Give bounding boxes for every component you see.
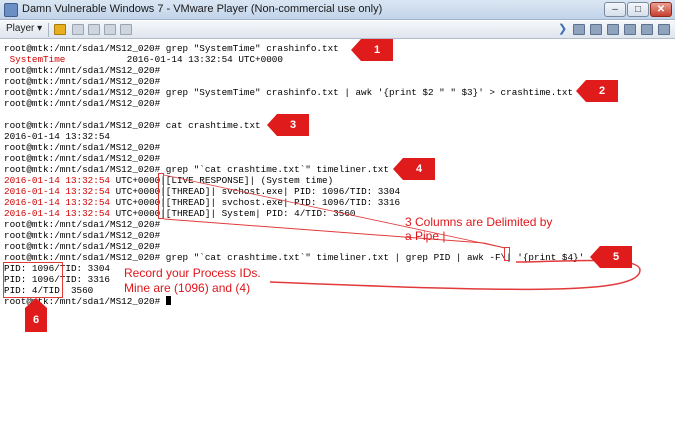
step-2-badge: 2: [576, 80, 618, 102]
terminal-line: root@mtk:/mnt/sda1/MS12_020#: [4, 65, 161, 76]
step-6-badge: 6: [25, 298, 47, 332]
step-4-badge: 4: [393, 158, 435, 180]
terminal-line: root@mtk:/mnt/sda1/MS12_020#: [4, 76, 161, 87]
timeliner-rest: UTC+0000|[THREAD]| svchost.exe| PID: 109…: [110, 197, 401, 208]
columns-delimited-note-line1: 3 Columns are Delimited by: [405, 215, 553, 229]
terminal-line: root@mtk:/mnt/sda1/MS12_020#: [4, 153, 161, 164]
step-5-badge: 5: [590, 246, 632, 268]
removable-device-icon-1[interactable]: [573, 24, 585, 35]
vmware-app-icon: [4, 3, 18, 17]
timeliner-row: 2016-01-14 13:32:54 UTC+0000|[THREAD]| s…: [4, 197, 400, 208]
timeliner-rest: UTC+0000|[THREAD]| svchost.exe| PID: 109…: [110, 186, 401, 197]
window-titlebar: Damn Vulnerable Windows 7 - VMware Playe…: [0, 0, 675, 20]
usb-device-icon[interactable]: [624, 24, 636, 35]
send-ctrl-alt-del-icon[interactable]: [88, 24, 100, 35]
step-1-badge: 1: [351, 39, 393, 61]
step-3-badge: 3: [267, 114, 309, 136]
terminal-line: root@mtk:/mnt/sda1/MS12_020# grep "Syste…: [4, 87, 574, 98]
terminal-line: root@mtk:/mnt/sda1/MS12_020#: [4, 241, 161, 252]
terminal-line: root@mtk:/mnt/sda1/MS12_020#: [4, 142, 161, 153]
record-pids-note-line1: Record your Process IDs.: [124, 266, 261, 280]
minimize-button[interactable]: –: [604, 2, 626, 17]
terminal-screen[interactable]: root@mtk:/mnt/sda1/MS12_020# grep "Syste…: [0, 40, 675, 446]
pid-output-highlight: [3, 262, 63, 298]
timeliner-date: 2016-01-14 13:32:54: [4, 197, 111, 208]
terminal-line: 2016-01-14 13:32:54: [4, 131, 111, 142]
timeliner-date: 2016-01-14 13:32:54: [4, 208, 111, 219]
pause-icon[interactable]: [54, 24, 66, 35]
toolbar-separator: [48, 23, 49, 37]
record-pids-note-line2: Mine are (1096) and (4): [124, 281, 251, 295]
vmware-toolbar: Player ▾ ❯: [0, 21, 675, 39]
systemtime-value: 2016-01-14 13:32:54 UTC+0000: [65, 54, 283, 65]
timeliner-date: 2016-01-14 13:32:54: [4, 175, 111, 186]
columns-delimited-note-line2: a Pipe |: [405, 229, 446, 243]
timeliner-row: 2016-01-14 13:32:54 UTC+0000|[THREAD]| S…: [4, 208, 356, 219]
dropdown-arrow-icon[interactable]: [72, 24, 84, 35]
terminal-line: root@mtk:/mnt/sda1/MS12_020#: [4, 219, 161, 230]
maximize-button[interactable]: □: [627, 2, 649, 17]
pipe-delimiter-highlight: [504, 247, 510, 261]
terminal-line: root@mtk:/mnt/sda1/MS12_020# grep "Syste…: [4, 43, 339, 54]
terminal-line-systemtime: SystemTime 2016-01-14 13:32:54 UTC+0000: [4, 54, 283, 65]
terminal-line: root@mtk:/mnt/sda1/MS12_020#: [4, 98, 161, 109]
window-title: Damn Vulnerable Windows 7 - VMware Playe…: [22, 3, 383, 15]
fullscreen-icon[interactable]: [104, 24, 116, 35]
chevron-right-icon[interactable]: ❯: [558, 22, 567, 35]
systemtime-key: SystemTime: [4, 54, 66, 65]
removable-device-icon-2[interactable]: [590, 24, 602, 35]
sound-card-icon[interactable]: [641, 24, 653, 35]
timeliner-rest: UTC+0000|[THREAD]| System| PID: 4/TID: 3…: [110, 208, 356, 219]
timeliner-row: 2016-01-14 13:32:54 UTC+0000|[THREAD]| s…: [4, 186, 400, 197]
network-adapter-icon[interactable]: [607, 24, 619, 35]
message-log-icon[interactable]: [658, 24, 670, 35]
terminal-line: root@mtk:/mnt/sda1/MS12_020# cat crashti…: [4, 120, 261, 131]
unity-icon[interactable]: [120, 24, 132, 35]
terminal-line: root@mtk:/mnt/sda1/MS12_020# grep "`cat …: [4, 252, 585, 263]
terminal-cursor: [165, 296, 171, 305]
terminal-line: root@mtk:/mnt/sda1/MS12_020# grep "`cat …: [4, 164, 389, 175]
terminal-line: root@mtk:/mnt/sda1/MS12_020#: [4, 230, 161, 241]
timeliner-row: 2016-01-14 13:32:54 UTC+0000|[LIVE RESPO…: [4, 175, 333, 186]
pipe-column-highlight-1: [158, 173, 164, 219]
timeliner-date: 2016-01-14 13:32:54: [4, 186, 111, 197]
timeliner-rest: UTC+0000|[LIVE RESPONSE]| (System time): [110, 175, 334, 186]
close-button[interactable]: ✕: [650, 2, 672, 17]
player-menu[interactable]: Player ▾: [6, 23, 42, 34]
